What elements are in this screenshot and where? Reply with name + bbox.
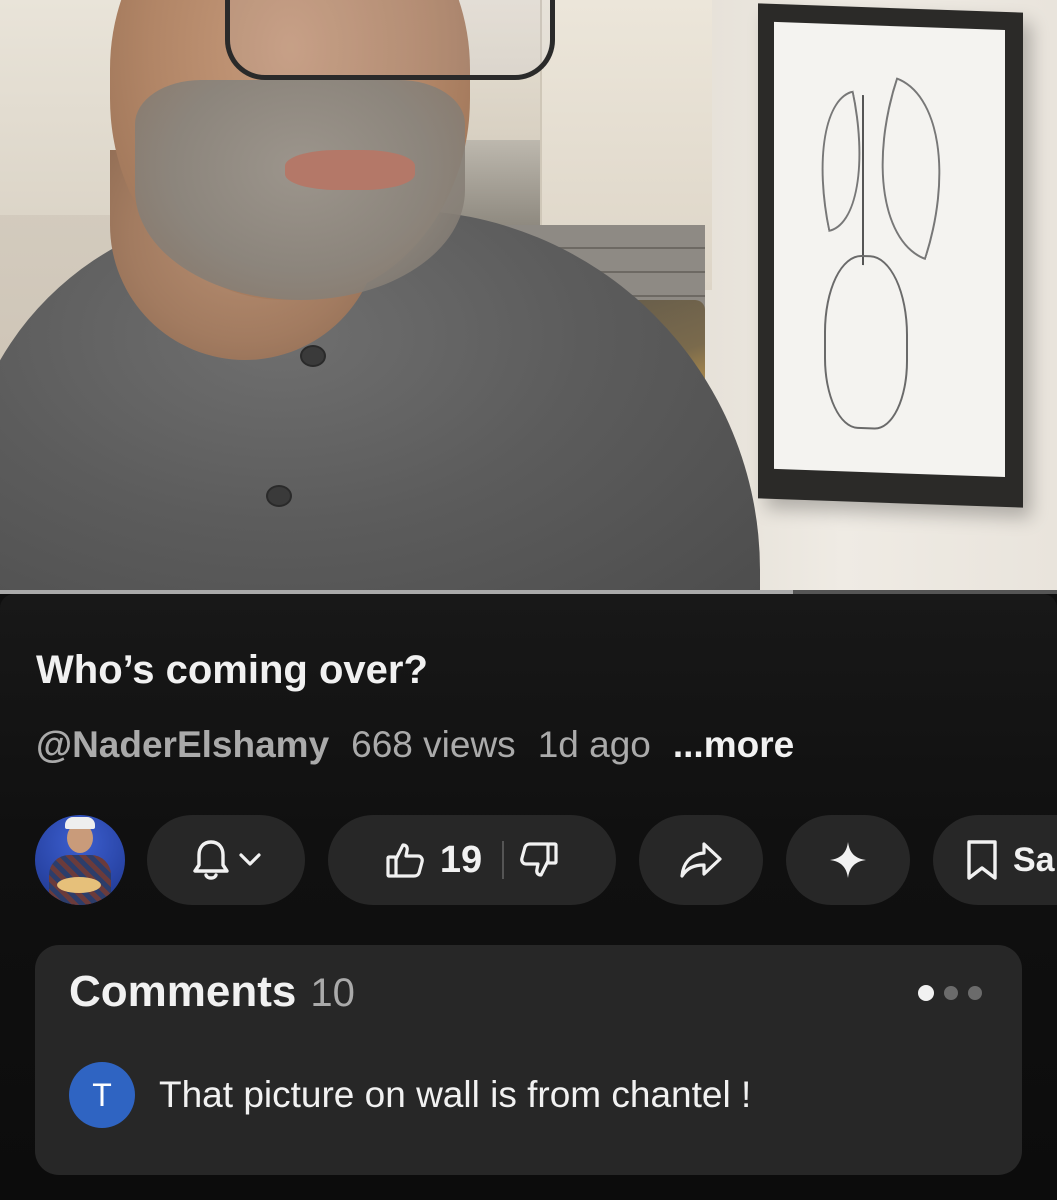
share-arrow-icon bbox=[678, 840, 724, 880]
pager-dot bbox=[968, 986, 982, 1000]
subscribe-button[interactable] bbox=[147, 815, 305, 905]
picture-stem bbox=[862, 95, 864, 266]
video-meta-row: @NaderElshamy 668 views 1d ago ...more bbox=[36, 724, 794, 766]
comment-text: That picture on wall is from chantel ! bbox=[159, 1074, 752, 1115]
like-dislike-divider bbox=[502, 841, 505, 879]
video-person-mouth bbox=[285, 150, 415, 190]
top-comment[interactable]: T That picture on wall is from chantel ! bbox=[69, 1062, 751, 1128]
picture-leaf bbox=[845, 77, 977, 261]
ask-button[interactable] bbox=[786, 815, 910, 905]
channel-handle[interactable]: @NaderElshamy bbox=[36, 724, 329, 766]
thumbs-up-icon[interactable] bbox=[384, 839, 426, 881]
comments-title: Comments bbox=[69, 967, 297, 1016]
chevron-down-icon bbox=[239, 853, 261, 867]
avatar-plate bbox=[57, 877, 101, 893]
picture-vase bbox=[824, 253, 908, 431]
more-description-link[interactable]: ...more bbox=[673, 724, 794, 766]
picture-canvas bbox=[774, 21, 1005, 477]
save-label: Sa bbox=[1013, 840, 1055, 879]
avatar-cap bbox=[65, 817, 95, 829]
video-player[interactable] bbox=[0, 0, 1057, 590]
bell-icon bbox=[191, 838, 231, 882]
share-button[interactable] bbox=[639, 815, 763, 905]
picture-leaf bbox=[800, 90, 882, 232]
view-count: 668 views bbox=[351, 724, 516, 765]
shirt-button bbox=[300, 345, 326, 367]
sparkle-icon bbox=[828, 840, 868, 880]
like-count: 19 bbox=[439, 838, 483, 881]
comments-header: Comments 10 bbox=[69, 967, 355, 1017]
pager-dot-active bbox=[918, 985, 934, 1001]
upload-age: 1d ago bbox=[537, 724, 651, 765]
video-person-glasses bbox=[225, 0, 555, 80]
bookmark-icon bbox=[965, 839, 999, 881]
commenter-avatar: T bbox=[69, 1062, 135, 1128]
thumbs-down-icon[interactable] bbox=[518, 839, 560, 881]
comments-pager-dots bbox=[918, 985, 982, 1001]
video-wall-picture bbox=[758, 3, 1023, 508]
channel-avatar[interactable] bbox=[35, 815, 125, 905]
video-person-beard bbox=[135, 80, 465, 300]
shirt-button bbox=[266, 485, 292, 507]
like-dislike-group: 19 bbox=[328, 815, 616, 905]
comments-count: 10 bbox=[310, 971, 355, 1015]
pager-dot bbox=[944, 986, 958, 1000]
video-title: Who’s coming over? bbox=[36, 648, 428, 692]
comments-panel[interactable]: Comments 10 T That picture on wall is fr… bbox=[35, 945, 1022, 1175]
save-button[interactable]: Sa bbox=[933, 815, 1057, 905]
